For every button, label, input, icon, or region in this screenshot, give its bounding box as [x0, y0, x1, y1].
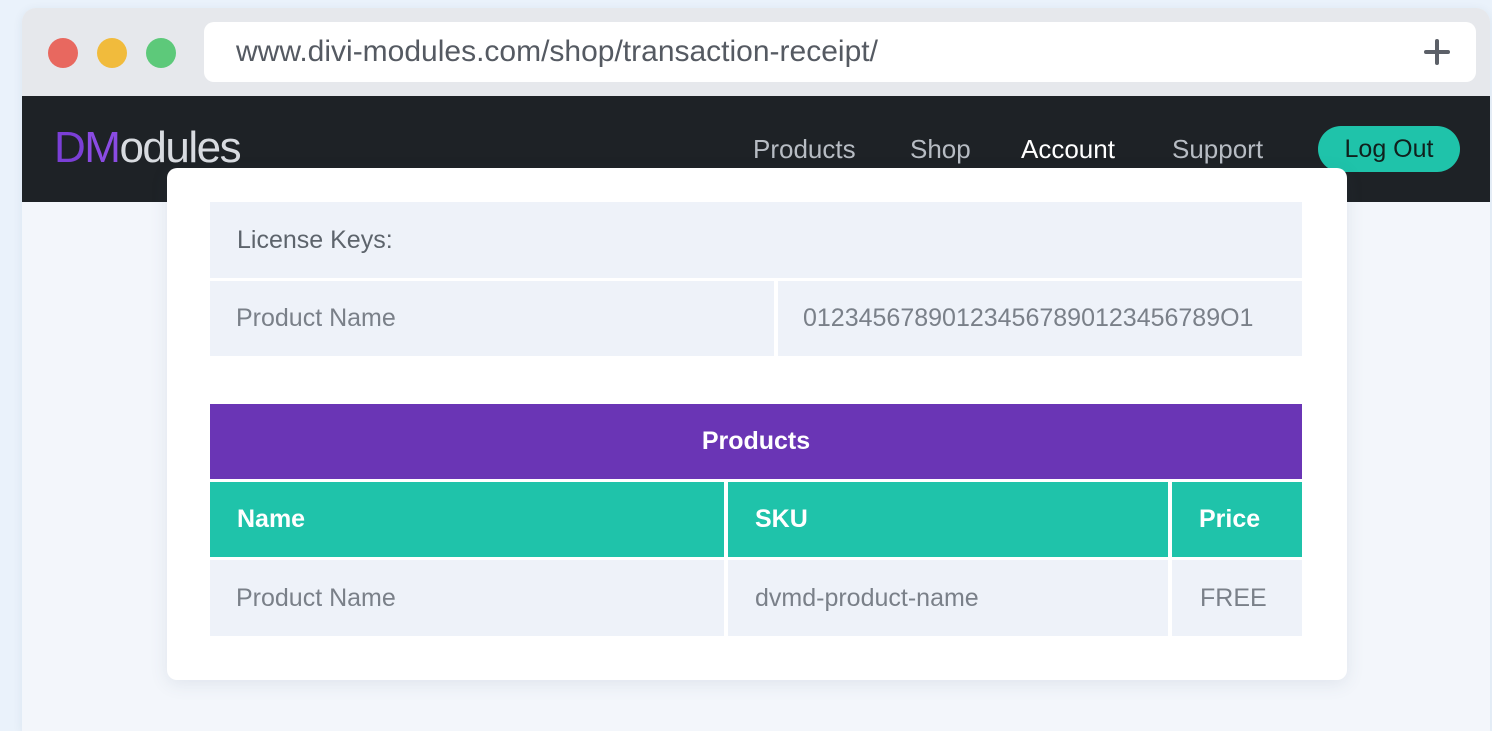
maximize-window-icon[interactable] — [146, 38, 176, 68]
column-header-sku-label: SKU — [755, 505, 808, 533]
license-key-value: 012345678901234567890123456789O1 — [803, 304, 1254, 332]
license-keys-title: License Keys: — [237, 226, 393, 254]
license-product-name: Product Name — [236, 304, 396, 332]
column-header-name: Name — [210, 482, 724, 557]
plus-icon[interactable] — [1422, 37, 1452, 67]
receipt-content: License Keys: Product Name 0123456789012… — [22, 202, 1490, 731]
product-sku-value: dvmd-product-name — [755, 584, 979, 612]
nav-item-products[interactable]: Products — [753, 129, 856, 169]
logo-letter-d: D — [54, 123, 86, 172]
minimize-window-icon[interactable] — [97, 38, 127, 68]
table-cell-name: Product Name — [210, 560, 724, 636]
column-header-price-label: Price — [1199, 505, 1261, 533]
table-cell-price: FREE — [1172, 560, 1302, 636]
nav-item-account[interactable]: Account — [1021, 129, 1115, 169]
license-product-cell: Product Name — [210, 281, 774, 356]
url-text[interactable]: www.divi-modules.com/shop/transaction-re… — [236, 22, 878, 82]
products-table-title: Products — [210, 404, 1302, 479]
nav-item-shop[interactable]: Shop — [910, 129, 971, 169]
product-price-value: FREE — [1200, 584, 1267, 612]
browser-window: www.divi-modules.com/shop/transaction-re… — [22, 8, 1490, 731]
license-keys-header: License Keys: — [210, 202, 1302, 278]
close-window-icon[interactable] — [48, 38, 78, 68]
table-cell-sku: dvmd-product-name — [728, 560, 1168, 636]
logo-text: odules — [119, 123, 241, 172]
column-header-sku: SKU — [728, 482, 1168, 557]
product-name-value: Product Name — [236, 584, 396, 612]
nav-item-support[interactable]: Support — [1172, 129, 1263, 169]
address-bar[interactable]: www.divi-modules.com/shop/transaction-re… — [204, 22, 1476, 82]
log-out-button[interactable]: Log Out — [1318, 126, 1460, 172]
browser-chrome: www.divi-modules.com/shop/transaction-re… — [22, 8, 1490, 96]
column-header-price: Price — [1172, 482, 1302, 557]
column-header-name-label: Name — [237, 505, 306, 533]
license-key-cell: 012345678901234567890123456789O1 — [778, 281, 1302, 356]
logo-letter-m: M — [84, 123, 121, 172]
